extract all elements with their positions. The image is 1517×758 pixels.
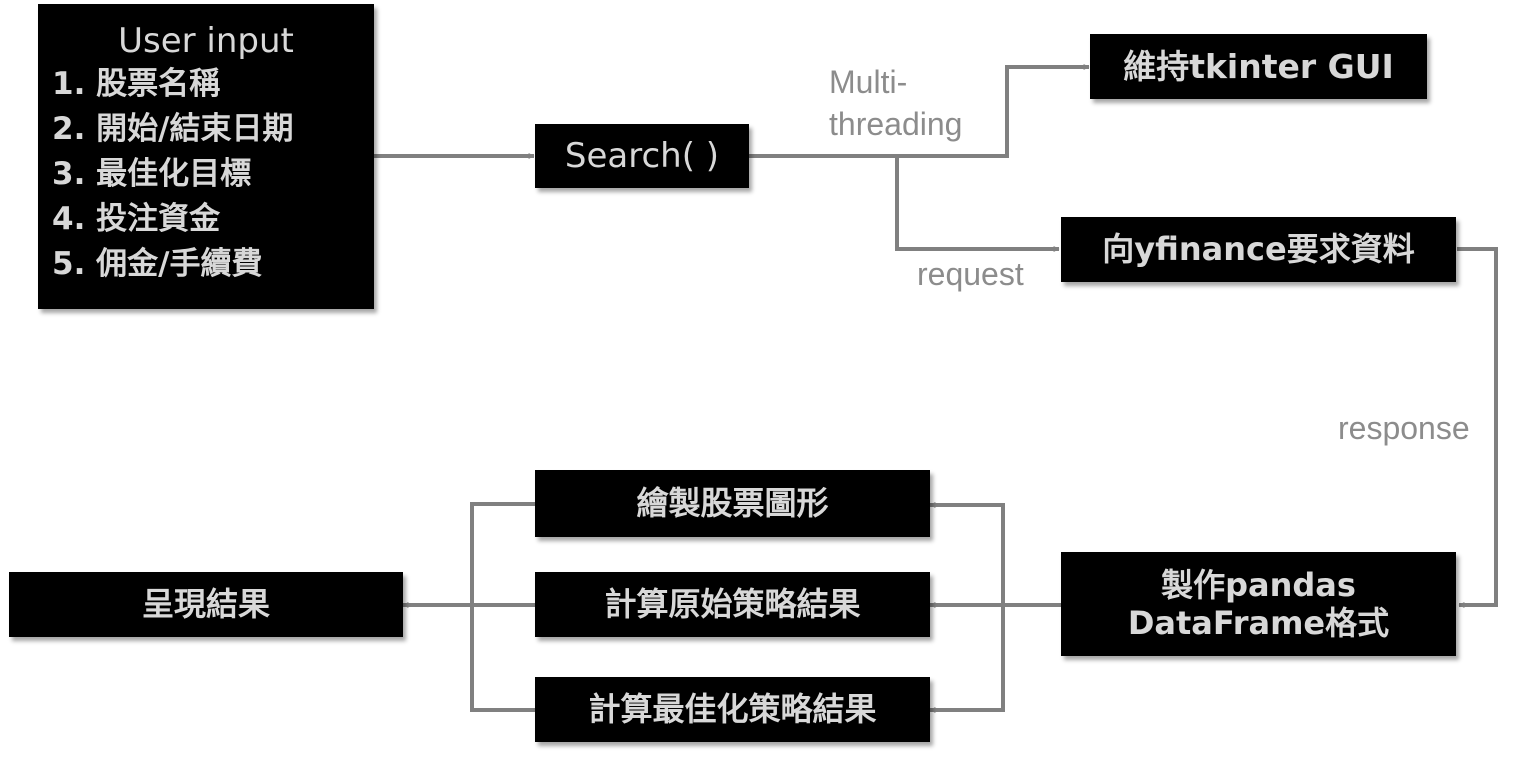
- original-strategy-box: 計算原始策略結果: [535, 572, 930, 637]
- dataframe-box: 製作pandas DataFrame格式: [1061, 552, 1456, 656]
- user-input-item: 2. 開始/結束日期: [52, 111, 294, 148]
- multithreading-label: Multi- threading: [829, 62, 962, 145]
- user-input-title: User input: [118, 21, 294, 61]
- plot-label: 繪製股票圖形: [636, 484, 829, 523]
- gui-box: 維持tkinter GUI: [1090, 34, 1427, 99]
- edge-search-to-yfinance: [895, 156, 1060, 252]
- user-input-item: 5. 佣金/手續費: [52, 246, 263, 283]
- search-label: Search( ): [564, 135, 720, 176]
- optimized-strategy-label: 計算最佳化策略結果: [588, 690, 877, 729]
- edge-dataframe-to-optimized: [929, 605, 1005, 713]
- user-input-box: User input 1. 股票名稱 2. 開始/結束日期 3. 最佳化目標 4…: [38, 4, 374, 309]
- search-box: Search( ): [535, 124, 749, 188]
- user-input-item: 3. 最佳化目標: [52, 156, 252, 193]
- edge-dataframe-to-plot: [929, 502, 1005, 605]
- result-label: 呈現結果: [141, 585, 270, 624]
- original-strategy-label: 計算原始策略結果: [604, 585, 861, 624]
- yfinance-box: 向yfinance要求資料: [1061, 217, 1456, 282]
- gui-label: 維持tkinter GUI: [1123, 46, 1394, 86]
- user-input-item: 4. 投注資金: [52, 201, 221, 238]
- plot-box: 繪製股票圖形: [535, 470, 930, 537]
- result-box: 呈現結果: [9, 572, 403, 637]
- optimized-strategy-box: 計算最佳化策略結果: [535, 677, 930, 742]
- response-label: response: [1338, 410, 1470, 446]
- user-input-item: 1. 股票名稱: [52, 66, 221, 103]
- dataframe-label-line2: DataFrame格式: [1127, 604, 1390, 642]
- dataframe-label-line1: 製作pandas: [1161, 565, 1356, 604]
- request-label: request: [917, 256, 1024, 292]
- yfinance-label: 向yfinance要求資料: [1102, 230, 1415, 269]
- multithreading-label-line2: threading: [829, 105, 963, 142]
- multithreading-label-line1: Multi-: [829, 64, 908, 100]
